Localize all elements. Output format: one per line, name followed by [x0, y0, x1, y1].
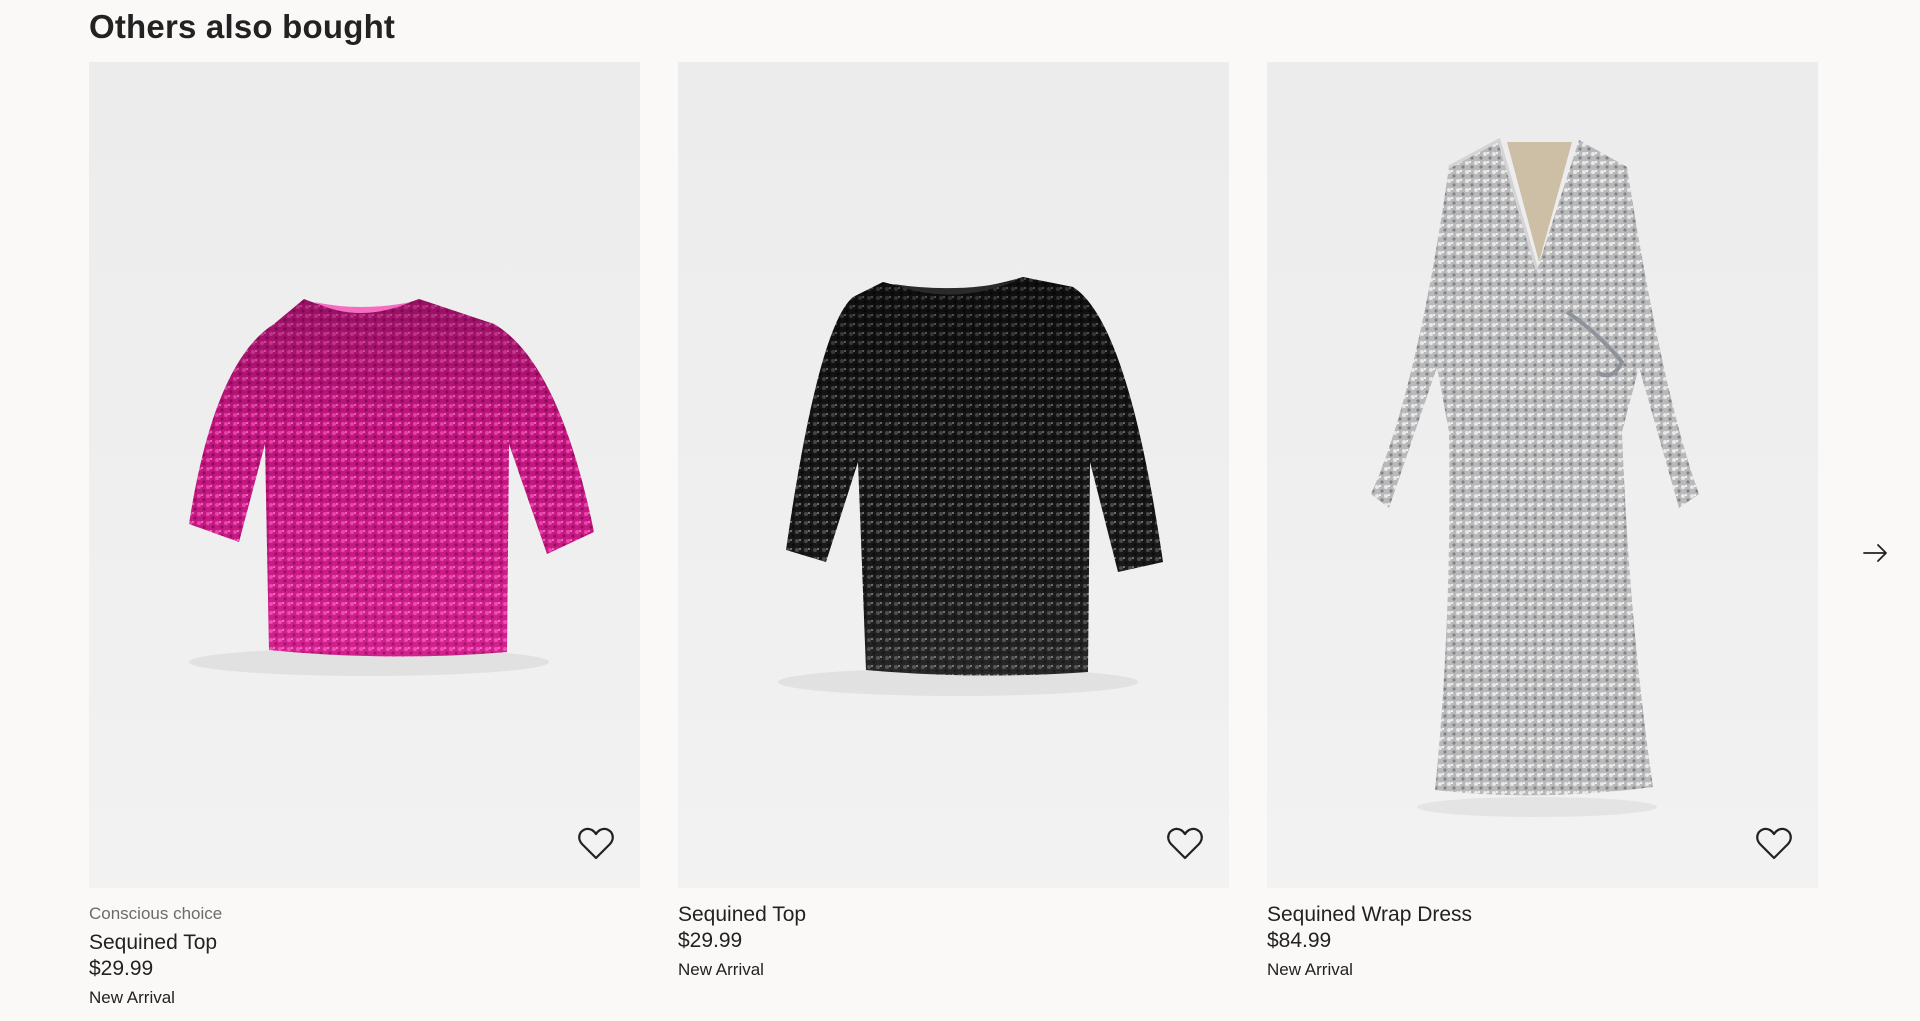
product-price: $29.99: [678, 929, 743, 952]
heart-outline-icon: [578, 827, 614, 860]
carousel-next-button[interactable]: [1861, 538, 1891, 568]
product-image[interactable]: [1267, 62, 1818, 888]
new-arrival-badge: New Arrival: [678, 960, 764, 979]
favorite-button[interactable]: [1752, 822, 1796, 866]
product-card[interactable]: Sequined Top $29.99 New Arrival: [678, 62, 1229, 981]
product-name[interactable]: Sequined Wrap Dress: [1267, 902, 1818, 928]
favorite-button[interactable]: [574, 822, 618, 866]
product-card[interactable]: Sequined Wrap Dress $84.99 New Arrival: [1267, 62, 1818, 981]
section-title: Others also bought: [89, 8, 396, 45]
arrow-right-icon: [1863, 544, 1887, 562]
conscious-choice-label: Conscious choice: [89, 904, 223, 923]
product-meta: Sequined Wrap Dress $84.99 New Arrival: [1267, 888, 1818, 981]
product-carousel: Conscious choice Sequined Top $29.99 New…: [89, 62, 1819, 1012]
recommendations-section: Others also bought Conscious choice Sequ…: [0, 0, 1920, 1021]
product-name[interactable]: Sequined Top: [678, 902, 1229, 928]
product-image[interactable]: [89, 62, 640, 888]
silver-sequined-wrap-dress-image: [1371, 137, 1699, 817]
product-name[interactable]: Sequined Top: [89, 930, 640, 956]
heart-outline-icon: [1756, 827, 1792, 860]
new-arrival-badge: New Arrival: [89, 988, 175, 1007]
product-meta: Sequined Top $29.99 New Arrival: [678, 888, 1229, 981]
product-image[interactable]: [678, 62, 1229, 888]
product-price: $29.99: [89, 957, 154, 980]
product-card[interactable]: Conscious choice Sequined Top $29.99 New…: [89, 62, 640, 1009]
heart-outline-icon: [1167, 827, 1203, 860]
product-meta: Conscious choice Sequined Top $29.99 New…: [89, 888, 640, 1009]
product-price: $84.99: [1267, 929, 1332, 952]
favorite-button[interactable]: [1163, 822, 1207, 866]
black-sequined-top-image: [778, 277, 1163, 696]
new-arrival-badge: New Arrival: [1267, 960, 1353, 979]
pink-sequined-top-image: [189, 299, 594, 676]
